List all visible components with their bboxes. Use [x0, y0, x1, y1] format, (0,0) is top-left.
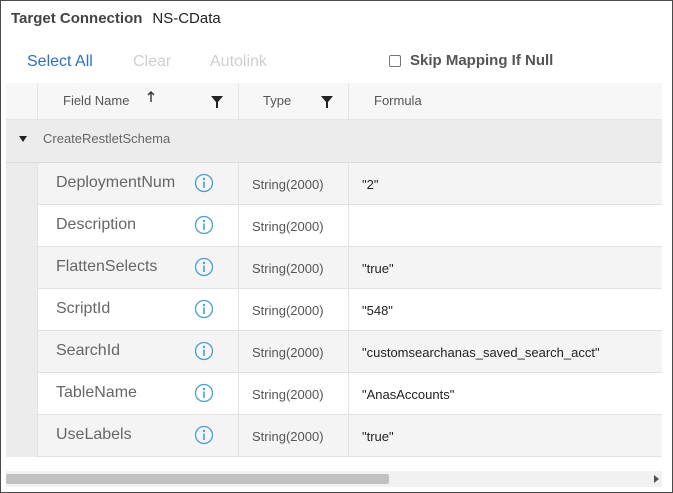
- field-name: DeploymentNum: [56, 174, 176, 191]
- column-header-field-name[interactable]: Field Name: [38, 83, 239, 120]
- skip-mapping-checkbox[interactable]: [389, 54, 401, 67]
- table-row[interactable]: SearchId String(2000) "customsearchanas_sa…: [6, 331, 662, 373]
- type-cell: String(2000): [239, 331, 349, 373]
- select-all-button[interactable]: Select All: [27, 53, 93, 71]
- table-row[interactable]: DeploymentNum String(2000) "2": [6, 163, 662, 205]
- field-cell[interactable]: UseLabels: [38, 415, 239, 457]
- header-gutter: [6, 83, 38, 120]
- row-gutter: [6, 247, 38, 289]
- field-mapping-grid: Field Name Type Formula CreateRestletSch…: [6, 83, 662, 459]
- table-row[interactable]: FlattenSelects String(2000) "true": [6, 247, 662, 289]
- clear-button[interactable]: Clear: [133, 53, 171, 71]
- info-icon[interactable]: [194, 383, 214, 403]
- type-cell: String(2000): [239, 247, 349, 289]
- grid-header: Field Name Type Formula: [6, 83, 662, 120]
- info-icon[interactable]: [194, 215, 214, 235]
- field-name: FlattenSelects: [56, 258, 158, 275]
- formula-value[interactable]: "true": [362, 429, 394, 444]
- type-cell: String(2000): [239, 289, 349, 331]
- type-cell: String(2000): [239, 415, 349, 457]
- table-row[interactable]: ScriptId String(2000) "548": [6, 289, 662, 331]
- row-gutter: [6, 289, 38, 331]
- type-header-label[interactable]: Type: [263, 93, 291, 108]
- field-cell[interactable]: DeploymentNum: [38, 163, 239, 205]
- row-gutter: [6, 373, 38, 415]
- mapping-panel: Target Connection NS-CData Select All Cl…: [0, 0, 673, 493]
- row-gutter: [6, 415, 38, 457]
- sort-ascending-icon[interactable]: [146, 91, 156, 103]
- field-name: TableName: [56, 384, 137, 401]
- formula-value[interactable]: "customsearchanas_saved_search_acct": [362, 345, 600, 360]
- group-row[interactable]: CreateRestletSchema: [6, 120, 662, 163]
- info-icon[interactable]: [194, 257, 214, 277]
- field-type: String(2000): [252, 387, 324, 402]
- formula-cell[interactable]: [349, 205, 662, 247]
- formula-value[interactable]: "AnasAccounts": [362, 387, 454, 402]
- formula-cell[interactable]: "2": [349, 163, 662, 205]
- formula-header-label[interactable]: Formula: [374, 93, 422, 108]
- mapping-toolbar: Select All Clear Autolink Skip Mapping I…: [1, 51, 672, 75]
- formula-value[interactable]: "true": [362, 261, 394, 276]
- field-name: Description: [56, 216, 137, 233]
- target-connection-label: Target Connection: [11, 10, 143, 27]
- field-name-header-label[interactable]: Field Name: [63, 93, 129, 108]
- table-row[interactable]: UseLabels String(2000) "true": [6, 415, 662, 457]
- field-name: ScriptId: [56, 300, 111, 317]
- formula-value[interactable]: "548": [362, 303, 393, 318]
- field-cell[interactable]: FlattenSelects: [38, 247, 239, 289]
- info-icon[interactable]: [194, 341, 214, 361]
- row-gutter: [6, 205, 38, 247]
- field-type: String(2000): [252, 429, 324, 444]
- field-cell[interactable]: ScriptId: [38, 289, 239, 331]
- info-icon[interactable]: [194, 299, 214, 319]
- field-name-filter-icon[interactable]: [210, 95, 224, 109]
- formula-cell[interactable]: "548": [349, 289, 662, 331]
- row-gutter: [6, 331, 38, 373]
- field-name: SearchId: [56, 342, 121, 359]
- field-type: String(2000): [252, 219, 324, 234]
- formula-cell[interactable]: "true": [349, 415, 662, 457]
- field-name: UseLabels: [56, 426, 132, 443]
- formula-cell[interactable]: "true": [349, 247, 662, 289]
- field-cell[interactable]: Description: [38, 205, 239, 247]
- type-cell: String(2000): [239, 163, 349, 205]
- horizontal-scrollbar[interactable]: [6, 471, 662, 487]
- group-label: CreateRestletSchema: [43, 131, 171, 146]
- formula-value[interactable]: "2": [362, 177, 378, 192]
- scroll-right-arrow-icon[interactable]: [652, 474, 660, 484]
- field-cell[interactable]: TableName: [38, 373, 239, 415]
- row-gutter: [6, 163, 38, 205]
- type-filter-icon[interactable]: [320, 95, 334, 109]
- formula-cell[interactable]: "customsearchanas_saved_search_acct": [349, 331, 662, 373]
- formula-cell[interactable]: "AnasAccounts": [349, 373, 662, 415]
- column-header-type[interactable]: Type: [239, 83, 349, 120]
- type-cell: String(2000): [239, 205, 349, 247]
- table-row[interactable]: Description String(2000): [6, 205, 662, 247]
- skip-mapping-toggle[interactable]: Skip Mapping If Null: [389, 52, 553, 69]
- type-cell: String(2000): [239, 373, 349, 415]
- table-row[interactable]: TableName String(2000) "AnasAccounts": [6, 373, 662, 415]
- skip-mapping-label[interactable]: Skip Mapping If Null: [410, 52, 553, 69]
- field-cell[interactable]: SearchId: [38, 331, 239, 373]
- panel-title: Target Connection NS-CData: [11, 10, 221, 32]
- target-connection-value: NS-CData: [152, 10, 221, 27]
- column-header-formula[interactable]: Formula: [349, 83, 662, 120]
- info-icon[interactable]: [194, 425, 214, 445]
- field-type: String(2000): [252, 303, 324, 318]
- scrollbar-thumb[interactable]: [6, 474, 389, 484]
- field-type: String(2000): [252, 261, 324, 276]
- field-type: String(2000): [252, 345, 324, 360]
- autolink-button[interactable]: Autolink: [210, 53, 267, 71]
- field-type: String(2000): [252, 177, 324, 192]
- info-icon[interactable]: [194, 173, 214, 193]
- caret-down-icon[interactable]: [18, 134, 28, 144]
